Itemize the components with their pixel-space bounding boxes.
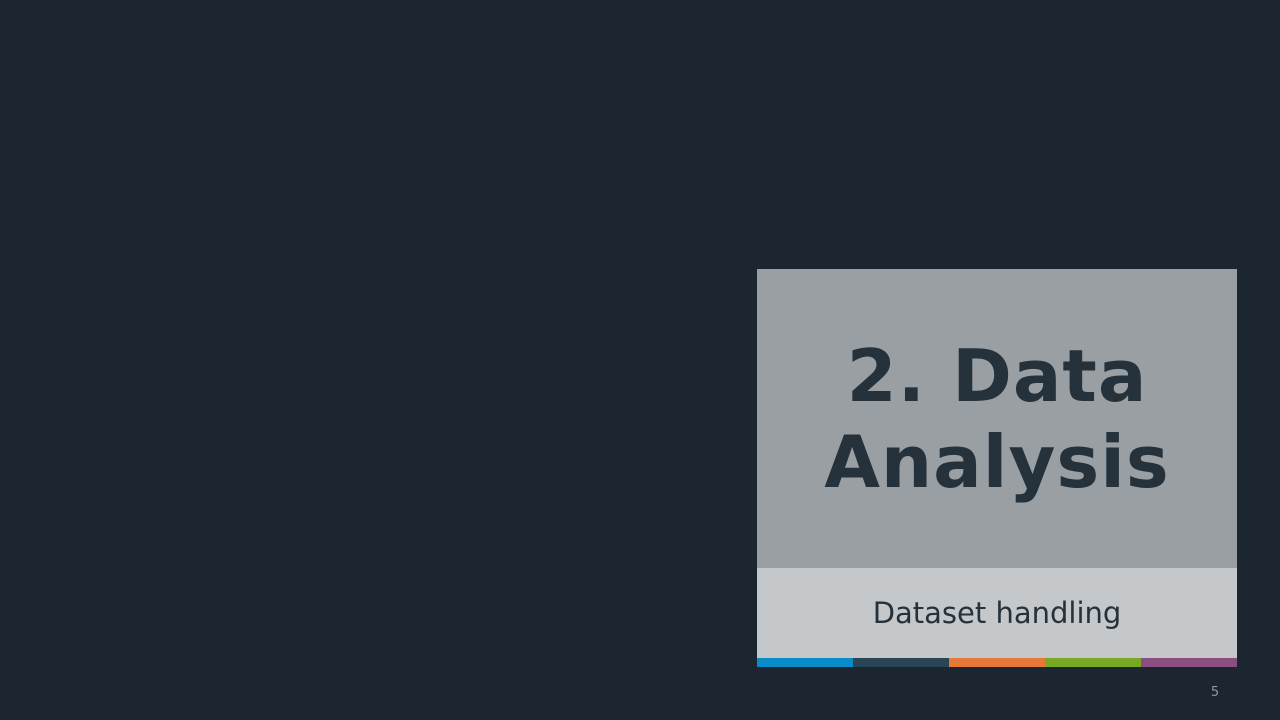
accent-segment-5 xyxy=(1141,658,1237,667)
accent-segment-3 xyxy=(949,658,1045,667)
subtitle-panel: Dataset handling xyxy=(757,568,1237,658)
accent-segment-4 xyxy=(1045,658,1141,667)
section-subtitle: Dataset handling xyxy=(872,596,1122,630)
section-title-line-2: Analysis xyxy=(824,419,1170,504)
section-title-line-1: 2. Data xyxy=(846,333,1148,418)
section-title-card: 2. Data Analysis Dataset handling xyxy=(757,269,1237,667)
slide-number: 5 xyxy=(1210,685,1220,700)
title-panel: 2. Data Analysis xyxy=(757,269,1237,568)
slide: 2. Data Analysis Dataset handling 5 xyxy=(0,0,1280,720)
accent-color-bar xyxy=(757,658,1237,667)
accent-segment-1 xyxy=(757,658,853,667)
accent-segment-2 xyxy=(853,658,949,667)
